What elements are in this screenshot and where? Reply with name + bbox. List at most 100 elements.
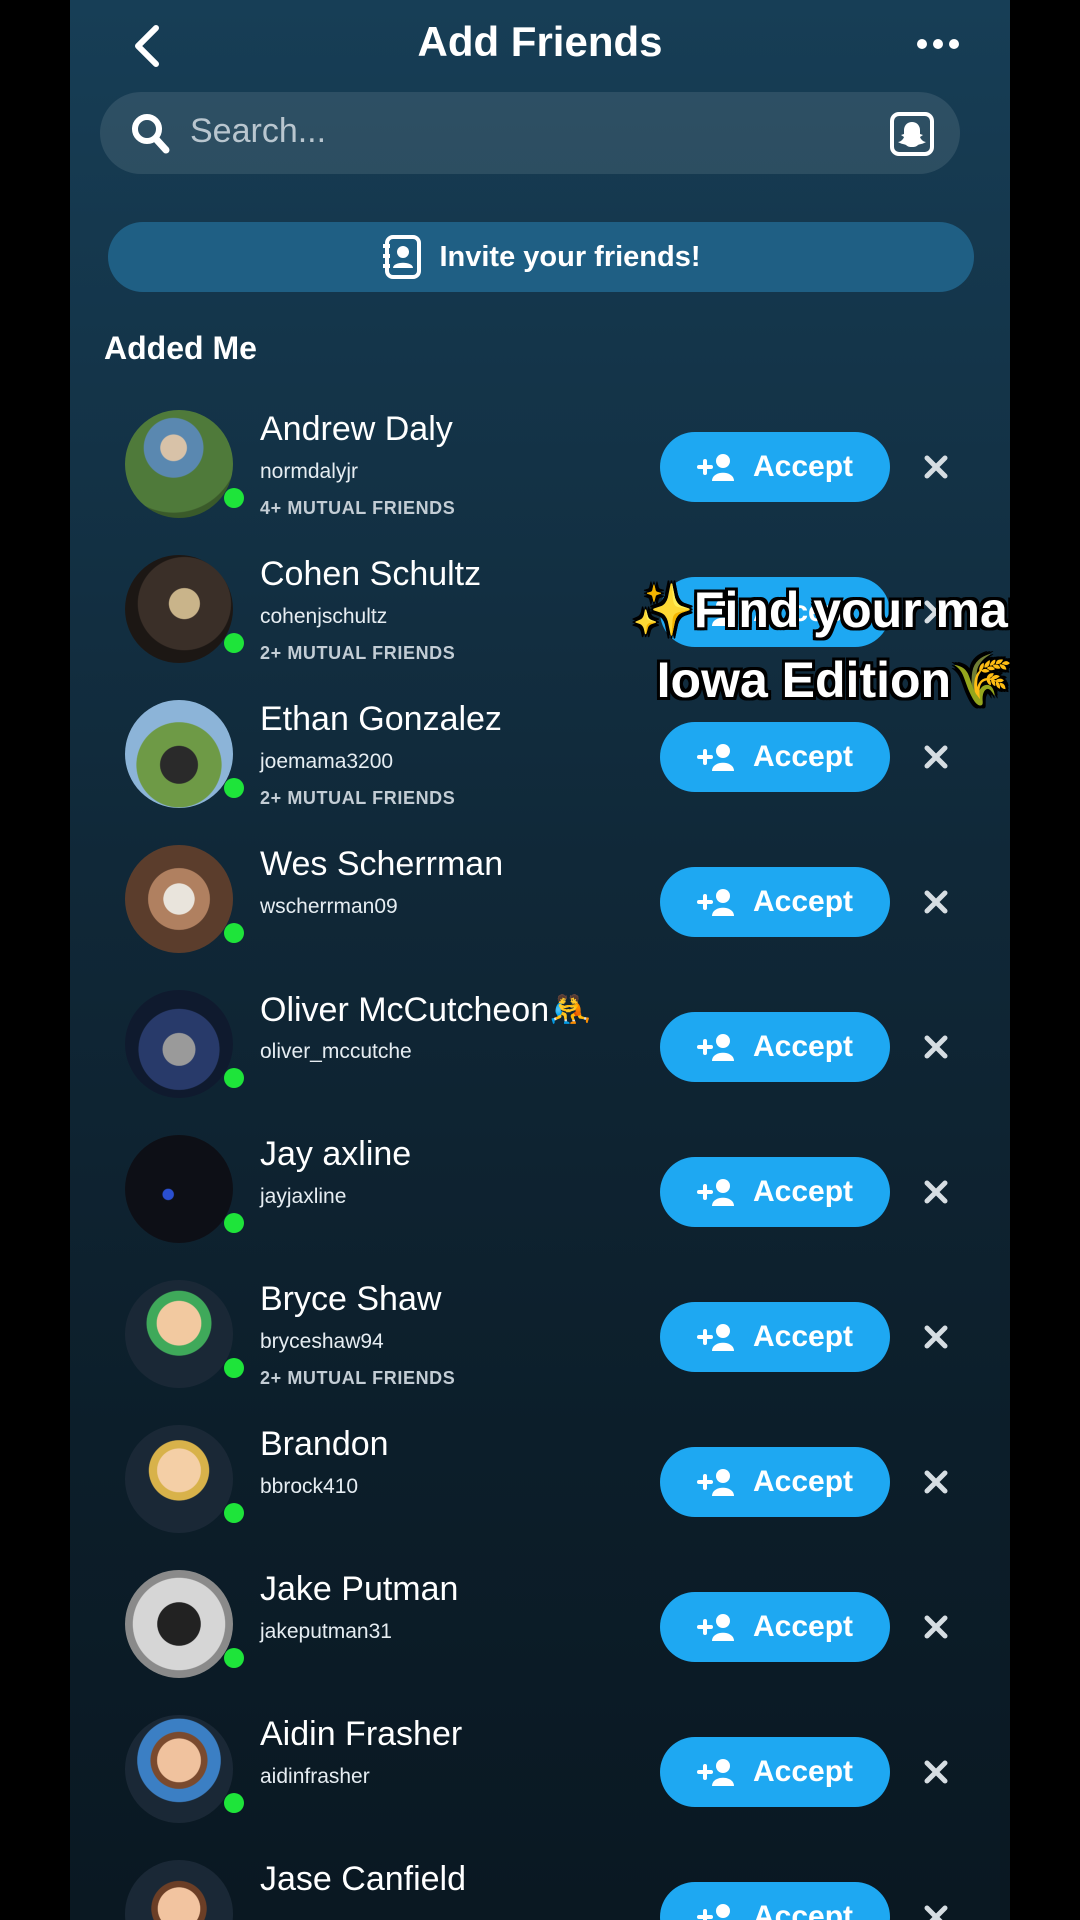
search-icon xyxy=(132,114,170,154)
accept-label: Accept xyxy=(752,1030,854,1063)
avatar[interactable] xyxy=(125,1425,233,1533)
accept-button[interactable]: Accept xyxy=(660,722,890,792)
accept-label: Accept xyxy=(752,1320,854,1353)
close-icon[interactable] xyxy=(922,1758,950,1786)
accept-button[interactable]: Accept xyxy=(660,432,890,502)
friend-request-row: Jay axline jayjaxline Accept xyxy=(70,1135,1010,1279)
close-icon[interactable] xyxy=(922,1468,950,1496)
add-friend-icon xyxy=(696,1034,734,1061)
add-friend-icon xyxy=(696,889,734,916)
avatar[interactable] xyxy=(125,410,233,518)
friend-name: Jase Canfield xyxy=(260,1860,467,1898)
close-icon[interactable] xyxy=(922,1033,950,1061)
friend-name: Oliver McCutcheon🤼 xyxy=(260,991,592,1029)
avatar[interactable] xyxy=(125,1280,233,1388)
friend-name: Aidin Frasher xyxy=(260,1715,463,1753)
invite-friends-button[interactable]: Invite your friends! xyxy=(108,222,974,292)
friend-request-row: Andrew Daly normdalyjr 4+ MUTUAL FRIENDS Ac… xyxy=(70,410,1010,554)
friend-name: Jake Putman xyxy=(260,1570,459,1608)
friend-request-row: Bryce Shaw bryceshaw94 2+ MUTUAL FRIENDS Ac… xyxy=(70,1280,1010,1424)
friend-request-row: Jase Canfield Accept xyxy=(70,1860,1010,1920)
friend-name: Brandon xyxy=(260,1425,389,1463)
accept-button[interactable]: Accept xyxy=(660,867,890,937)
online-indicator xyxy=(224,1648,244,1668)
mutual-friends-count: 2+ MUTUAL FRIENDS xyxy=(260,1368,456,1388)
add-friend-icon xyxy=(696,744,734,771)
mutual-friends-count: 2+ MUTUAL FRIENDS xyxy=(260,643,456,663)
close-icon[interactable] xyxy=(922,1323,950,1351)
add-friend-icon xyxy=(696,1759,734,1786)
search-input[interactable]: Search... xyxy=(100,92,960,174)
online-indicator xyxy=(224,1503,244,1523)
avatar[interactable] xyxy=(125,845,233,953)
friend-username: normdalyjr xyxy=(260,460,359,483)
friend-request-row: Oliver McCutcheon🤼 oliver_mccutche Accept xyxy=(70,990,1010,1134)
online-indicator xyxy=(224,923,244,943)
online-indicator xyxy=(224,1068,244,1088)
search-placeholder: Search... xyxy=(190,112,327,150)
friend-username: wscherrman09 xyxy=(260,895,398,918)
online-indicator xyxy=(224,778,244,798)
accept-label: Accept xyxy=(752,1900,854,1920)
avatar[interactable] xyxy=(125,1570,233,1678)
contacts-book-icon xyxy=(383,235,422,279)
add-friend-icon xyxy=(696,1904,730,1920)
accept-label: Accept xyxy=(752,1755,854,1788)
accept-label: Accept xyxy=(752,1610,854,1643)
accept-button[interactable]: Accept xyxy=(660,1592,890,1662)
online-indicator xyxy=(224,1358,244,1378)
avatar[interactable] xyxy=(125,1860,233,1920)
friend-request-row: Ethan Gonzalez joemama3200 2+ MUTUAL FRIEN… xyxy=(70,700,1010,844)
friend-name: Andrew Daly xyxy=(260,410,453,448)
close-icon[interactable] xyxy=(922,1178,950,1206)
invite-label: Invite your friends! xyxy=(439,240,701,273)
avatar[interactable] xyxy=(125,700,233,808)
overlay-caption: ✨Find your man Iowa Edition🌾 xyxy=(600,575,1010,715)
friend-name: Bryce Shaw xyxy=(260,1280,442,1318)
accept-button[interactable]: Accept xyxy=(660,1302,890,1372)
accept-button[interactable]: Accept xyxy=(660,1882,890,1920)
mutual-friends-count: 4+ MUTUAL FRIENDS xyxy=(260,498,456,518)
close-icon[interactable] xyxy=(922,1903,950,1920)
avatar[interactable] xyxy=(125,555,233,663)
add-friend-icon xyxy=(696,1614,734,1641)
friend-name: Wes Scherrman xyxy=(260,845,504,883)
mutual-friends-count: 2+ MUTUAL FRIENDS xyxy=(260,788,456,808)
accept-label: Accept xyxy=(752,740,854,773)
avatar[interactable] xyxy=(125,990,233,1098)
accept-button[interactable]: Accept xyxy=(660,1447,890,1517)
add-friend-icon xyxy=(696,1324,734,1351)
friend-username: aidinfrasher xyxy=(260,1765,370,1788)
accept-label: Accept xyxy=(752,885,854,918)
friend-request-row: Wes Scherrman wscherrman09 Accept xyxy=(70,845,1010,989)
online-indicator xyxy=(224,488,244,508)
friend-username: oliver_mccutche xyxy=(260,1040,412,1063)
add-friend-icon xyxy=(696,1469,734,1496)
friend-username: bryceshaw94 xyxy=(260,1330,384,1353)
close-icon[interactable] xyxy=(922,743,950,771)
add-friend-icon xyxy=(696,1179,734,1206)
close-icon[interactable] xyxy=(922,888,950,916)
close-icon[interactable] xyxy=(922,453,950,481)
more-dots-icon[interactable] xyxy=(916,36,960,52)
avatar[interactable] xyxy=(125,1715,233,1823)
friend-username: cohenjschultz xyxy=(260,605,388,628)
section-title-added-me: Added Me xyxy=(104,330,257,366)
overlay-caption-line-1: ✨Find your man xyxy=(631,582,1010,638)
snapcode-icon[interactable] xyxy=(890,112,934,156)
friend-username: joemama3200 xyxy=(260,750,394,773)
close-icon[interactable] xyxy=(922,1613,950,1641)
friend-name: Cohen Schultz xyxy=(260,555,482,593)
accept-button[interactable]: Accept xyxy=(660,1012,890,1082)
friend-name: Jay axline xyxy=(260,1135,412,1173)
accept-label: Accept xyxy=(752,1465,854,1498)
friend-username: jayjaxline xyxy=(260,1185,347,1208)
accept-button[interactable]: Accept xyxy=(660,1157,890,1227)
avatar[interactable] xyxy=(125,1135,233,1243)
friend-username: bbrock410 xyxy=(260,1475,359,1498)
accept-button[interactable]: Accept xyxy=(660,1737,890,1807)
friend-name: Ethan Gonzalez xyxy=(260,700,502,738)
friend-username: jakeputman31 xyxy=(260,1620,392,1643)
overlay-caption-line-2: Iowa Edition🌾 xyxy=(656,652,1010,708)
online-indicator xyxy=(224,1213,244,1233)
